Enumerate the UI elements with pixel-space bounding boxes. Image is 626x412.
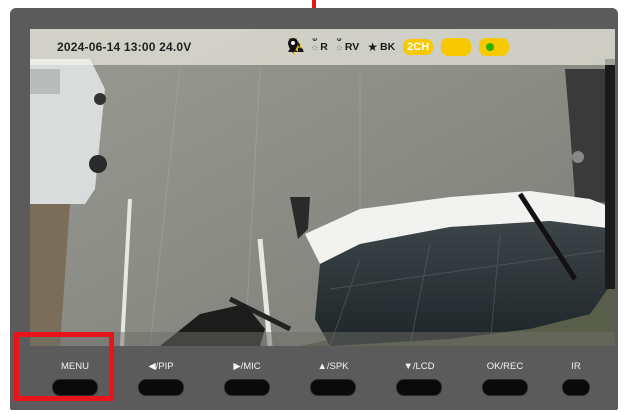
datetime-voltage: 2024-06-14 13:00 24.0V — [57, 40, 192, 54]
menu-highlight-box — [14, 332, 114, 401]
status-bar: 2024-06-14 13:00 24.0V ఀ L ఀ R ఀ RV ★ BK — [30, 29, 615, 65]
warning-triangle-icon — [288, 38, 472, 56]
camera-record-icon — [479, 38, 510, 56]
reverse-light-indicator: ఀ RV — [336, 39, 359, 56]
down-lcd-button[interactable]: ▼/LCD — [396, 360, 442, 396]
bulb-icon: ఀ — [335, 38, 343, 53]
camera-feed-image — [30, 29, 615, 346]
right-mic-button-label: ▶/MIC — [233, 361, 261, 372]
camera-view-screen: 2024-06-14 13:00 24.0V ఀ L ఀ R ఀ RV ★ BK — [30, 29, 615, 346]
ok-rec-key[interactable] — [482, 379, 528, 396]
down-lcd-key[interactable] — [396, 379, 442, 396]
left-pip-key[interactable] — [138, 379, 184, 396]
star-icon: ★ — [367, 40, 378, 54]
channel-badge: 2CH — [403, 39, 434, 55]
left-pip-button[interactable]: ◀/PIP — [138, 360, 184, 396]
up-spk-key[interactable] — [310, 379, 356, 396]
ok-rec-button-label: OK/REC — [486, 361, 524, 372]
up-spk-button[interactable]: ▲/SPK — [310, 360, 356, 396]
right-mic-key[interactable] — [224, 379, 270, 396]
bulb-icon: ఀ — [311, 38, 319, 53]
status-indicators: ఀ L ఀ R ఀ RV ★ BK 2CH — [288, 38, 533, 56]
ir-key[interactable] — [562, 379, 590, 396]
left-pip-button-label: ◀/PIP — [148, 361, 174, 372]
right-mic-button[interactable]: ▶/MIC — [224, 360, 270, 396]
ir-button-label: IR — [571, 361, 581, 372]
down-lcd-button-label: ▼/LCD — [403, 361, 435, 372]
up-spk-button-label: ▲/SPK — [317, 361, 349, 372]
brake-indicator: ★ BK — [367, 40, 396, 54]
right-light-indicator: ఀ R — [311, 39, 328, 56]
ir-button[interactable]: IR — [562, 360, 590, 396]
ok-rec-button[interactable]: OK/REC — [482, 360, 528, 396]
